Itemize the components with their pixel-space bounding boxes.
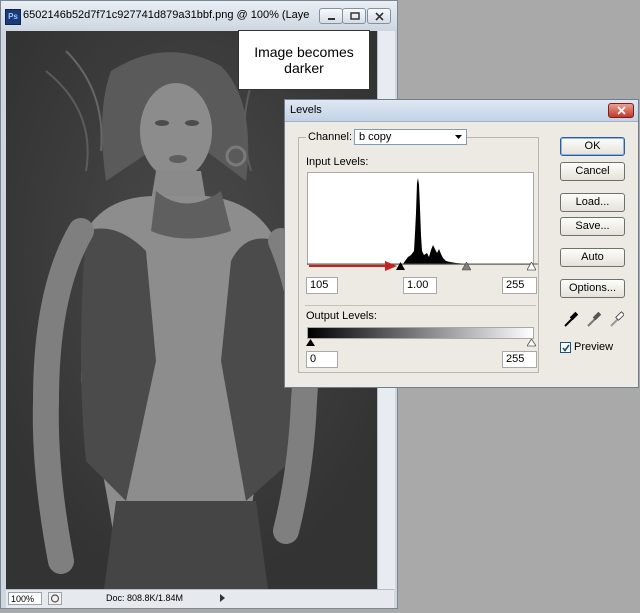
chevron-down-icon xyxy=(455,135,462,139)
status-bar: 100% Doc: 808.8K/1.84M xyxy=(6,589,394,608)
document-titlebar[interactable]: Ps 6502146b52d7f71c927741d879a31bbf.png … xyxy=(1,1,397,31)
input-black-field[interactable]: 105 xyxy=(306,277,338,294)
checkmark-icon xyxy=(562,344,570,352)
preview-label: Preview xyxy=(574,341,614,353)
close-icon xyxy=(375,12,384,21)
input-gamma-field[interactable]: 1.00 xyxy=(403,277,437,294)
levels-titlebar[interactable]: Levels xyxy=(285,100,638,122)
auto-button[interactable]: Auto xyxy=(560,248,625,267)
quick-mask-icon[interactable] xyxy=(48,592,62,605)
white-point-handle[interactable] xyxy=(527,262,536,271)
close-icon xyxy=(617,106,626,115)
ok-button[interactable]: OK xyxy=(560,137,625,156)
output-black-handle[interactable] xyxy=(306,339,315,347)
output-white-field[interactable]: 255 xyxy=(502,351,537,368)
input-white-field[interactable]: 255 xyxy=(502,277,537,294)
zoom-field[interactable]: 100% xyxy=(8,592,42,605)
black-eyedropper-icon[interactable] xyxy=(564,311,578,327)
black-point-handle[interactable] xyxy=(396,262,405,271)
output-levels-slider[interactable] xyxy=(307,337,538,347)
histogram xyxy=(307,172,534,265)
restore-icon xyxy=(350,12,360,20)
histogram-graph xyxy=(403,178,468,264)
output-black-field[interactable]: 0 xyxy=(306,351,338,368)
options-button[interactable]: Options... xyxy=(560,279,625,298)
document-size: Doc: 808.8K/1.84M xyxy=(106,593,184,603)
divider xyxy=(305,305,536,306)
close-button[interactable] xyxy=(367,8,391,24)
channel-label: Channel: xyxy=(306,131,355,143)
output-levels-label: Output Levels: xyxy=(306,310,377,322)
minimize-icon xyxy=(328,18,335,20)
levels-title: Levels xyxy=(290,104,322,116)
minimize-button[interactable] xyxy=(319,8,343,24)
photoshop-icon: Ps xyxy=(5,9,21,25)
annotation-callout: Image becomes darker xyxy=(238,30,370,90)
annotation-text: Image becomes darker xyxy=(254,44,354,76)
input-levels-label: Input Levels: xyxy=(306,156,369,168)
save-button[interactable]: Save... xyxy=(560,217,625,236)
levels-dialog: Levels Channel: b copy Input Levels: 105… xyxy=(284,99,639,388)
gray-eyedropper-icon[interactable] xyxy=(587,311,601,327)
red-arrow-icon xyxy=(309,261,397,271)
restore-button[interactable] xyxy=(342,8,366,24)
white-eyedropper-icon[interactable] xyxy=(610,311,624,327)
channel-select[interactable]: b copy xyxy=(354,129,467,145)
dialog-close-button[interactable] xyxy=(608,103,634,118)
document-title: 6502146b52d7f71c927741d879a31bbf.png @ 1… xyxy=(23,9,309,21)
channel-value: b copy xyxy=(359,131,392,143)
preview-checkbox[interactable] xyxy=(560,342,571,353)
status-menu-arrow-icon[interactable] xyxy=(216,592,228,604)
load-button[interactable]: Load... xyxy=(560,193,625,212)
gamma-handle[interactable] xyxy=(462,262,471,271)
output-white-handle[interactable] xyxy=(527,339,536,347)
cancel-button[interactable]: Cancel xyxy=(560,162,625,181)
